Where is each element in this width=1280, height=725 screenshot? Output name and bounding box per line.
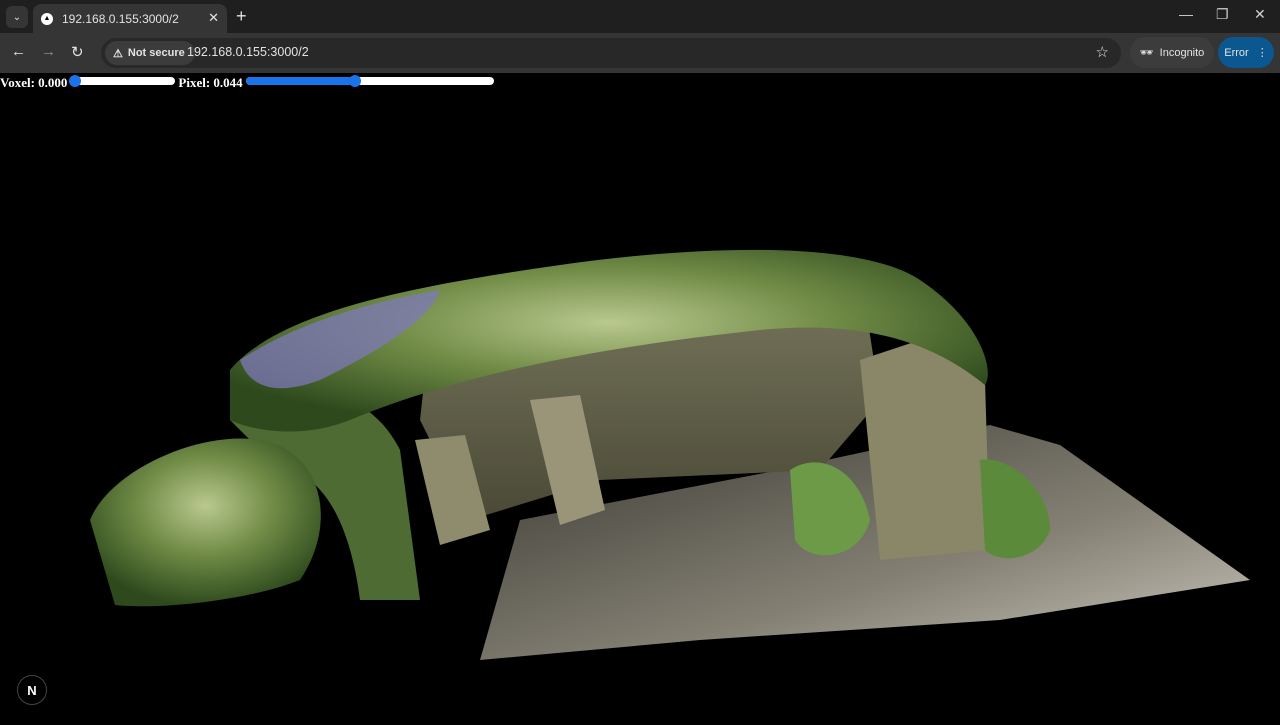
forward-icon[interactable]: → [41, 43, 56, 60]
point-cloud-render [90, 249, 1250, 660]
close-icon[interactable]: ✕ [208, 10, 219, 26]
favicon-icon: ▲ [41, 12, 53, 25]
browser-toolbar: ← → ↻ ⚠ Not secure 192.168.0.155:3000/2 … [0, 33, 1280, 73]
tab-strip: ⌄ ▲ 192.168.0.155:3000/2 ✕ + — ❐ ✕ [0, 0, 1280, 33]
pixel-slider-fill [245, 77, 355, 85]
back-icon[interactable]: ← [11, 43, 26, 60]
next-logo-icon[interactable]: N [17, 675, 47, 705]
tab-title: 192.168.0.155:3000/2 [62, 11, 179, 26]
more-icon: ⋮ [1256, 47, 1268, 59]
window-close-icon[interactable]: ✕ [1254, 6, 1266, 23]
reload-icon[interactable]: ↻ [71, 43, 84, 61]
tab-active[interactable]: ▲ 192.168.0.155:3000/2 ✕ [33, 4, 227, 33]
left-vegetation [90, 438, 321, 607]
pixel-label: Pixel: 0.044 [178, 75, 243, 90]
point-cloud-viewport[interactable] [0, 93, 1280, 720]
url-text[interactable]: 192.168.0.155:3000/2 [187, 45, 309, 59]
pixel-slider-thumb[interactable] [348, 75, 361, 87]
warning-icon: ⚠ [113, 47, 123, 60]
incognito-icon: 🕶 [1139, 47, 1154, 59]
voxel-label: Voxel: 0.000 [0, 75, 68, 90]
voxel-slider[interactable] [69, 75, 176, 87]
security-label: Not secure [127, 47, 185, 59]
error-label: Error [1224, 46, 1249, 59]
tab-search-icon[interactable]: ⌄ [6, 6, 28, 28]
security-chip[interactable]: ⚠ Not secure [105, 41, 195, 65]
incognito-button[interactable]: 🕶 Incognito [1130, 37, 1214, 68]
plus-icon[interactable]: + [236, 7, 247, 25]
render-controls: Voxel: 0.000 Pixel: 0.044 [0, 73, 494, 93]
error-button[interactable]: Error ⋮ [1218, 37, 1274, 68]
star-icon[interactable]: ☆ [1096, 43, 1109, 61]
pixel-slider[interactable] [245, 75, 494, 87]
minimize-icon[interactable]: — [1179, 6, 1193, 22]
voxel-slider-thumb[interactable] [69, 75, 82, 87]
next-logo-letter: N [27, 682, 37, 698]
incognito-label: Incognito [1159, 46, 1205, 59]
address-bar[interactable]: ⚠ Not secure 192.168.0.155:3000/2 ☆ [101, 38, 1121, 68]
restore-icon[interactable]: ❐ [1216, 6, 1229, 23]
